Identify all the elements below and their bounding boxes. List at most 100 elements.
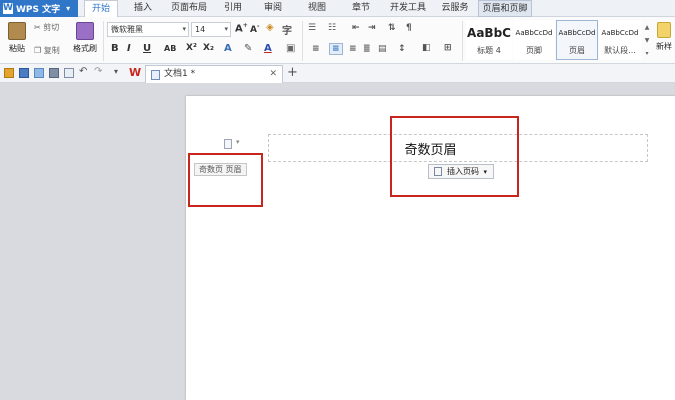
redo-icon[interactable]: ↷ [94, 66, 102, 77]
bullet-list-icon[interactable]: ☰ [308, 23, 316, 33]
quick-access-bar: ↶ ↷ ▾ W 文档1 * ✕ + [0, 64, 675, 83]
ribbon-divider [462, 21, 463, 61]
paste-label: 粘贴 [9, 44, 25, 53]
save-icon[interactable] [19, 68, 29, 78]
wps-logo-icon: W [3, 3, 13, 14]
document-tab-title: 文档1 * [164, 69, 196, 79]
style-sample: AaBbCcDd [515, 29, 553, 37]
shading-icon[interactable]: ◧ [422, 43, 431, 53]
format-painter-label: 格式刷 [73, 44, 97, 53]
tab-review[interactable]: 审阅 [258, 0, 288, 17]
font-size-select[interactable]: 14 ▾ [191, 22, 231, 37]
style-default-paragraph[interactable]: AaBbCcDd 默认段... [599, 20, 641, 60]
sort-icon[interactable]: ⇅ [388, 23, 396, 33]
shrink-font-icon[interactable]: A- [250, 23, 259, 35]
style-header[interactable]: AaBbCcDd 页眉 [556, 20, 598, 60]
style-gallery-scroll[interactable]: ▲ ▼ ▾ [643, 21, 651, 61]
align-right-icon[interactable]: ≡ [349, 44, 357, 54]
close-icon[interactable]: ✕ [269, 66, 277, 83]
tab-references[interactable]: 引用 [218, 0, 248, 17]
font-name-value: 微软雅黑 [111, 25, 143, 34]
print-icon[interactable] [49, 68, 59, 78]
highlight-box-odd-label [188, 153, 263, 207]
new-tab-plus-icon[interactable]: + [287, 65, 298, 80]
tab-header-footer[interactable]: 页眉和页脚 [478, 0, 532, 17]
distribute-icon[interactable]: ▤ [378, 44, 387, 54]
chevron-down-icon: ▾ [66, 4, 71, 13]
ribbon: 粘贴 ✂ 剪切 ❐ 复制 格式刷 微软雅黑 ▾ 14 ▾ A+ A- ◈ 字 B… [0, 17, 675, 64]
chevron-down-icon[interactable]: ▾ [114, 67, 118, 76]
app-name: WPS 文字 [16, 5, 61, 15]
text-effect-icon[interactable]: A [224, 43, 232, 54]
format-painter-button[interactable]: 格式刷 [70, 20, 100, 60]
open-folder-icon[interactable] [4, 68, 14, 78]
copy-icon: ❐ [34, 46, 42, 55]
tab-cloud[interactable]: 云服务 [436, 0, 474, 17]
tab-page-layout[interactable]: 页面布局 [164, 0, 214, 17]
document-workspace: ▾ 奇数页眉 插入页码 ▾ 奇数页 页眉 [0, 83, 675, 400]
tab-developer[interactable]: 开发工具 [385, 0, 431, 17]
copy-button[interactable]: ❐ 复制 [34, 45, 60, 56]
wps-w-icon[interactable]: W [129, 66, 141, 79]
paste-button[interactable]: 粘贴 [3, 20, 31, 60]
style-sample: AaBbCcDd [558, 29, 596, 37]
grow-font-icon[interactable]: A+ [235, 22, 248, 34]
show-marks-icon[interactable]: ¶ [406, 23, 412, 33]
subscript-icon[interactable]: X₂ [203, 43, 214, 53]
tab-insert[interactable]: 插入 [126, 0, 160, 17]
app-menu-button[interactable]: W WPS 文字 ▾ [0, 0, 78, 17]
align-left-icon[interactable]: ≡ [312, 44, 320, 54]
tab-section[interactable]: 章节 [346, 0, 376, 17]
save-as-icon[interactable] [34, 68, 44, 78]
line-spacing-icon[interactable]: ↕ [398, 44, 406, 54]
document-page[interactable]: ▾ 奇数页眉 插入页码 ▾ 奇数页 页眉 [186, 96, 675, 400]
scissors-icon: ✂ [34, 23, 41, 32]
tab-home[interactable]: 开始 [84, 0, 118, 18]
undo-icon[interactable]: ↶ [79, 66, 87, 77]
justify-icon[interactable]: ≣ [363, 44, 371, 54]
numbered-list-icon[interactable]: ☷ [328, 23, 336, 33]
print-preview-icon[interactable] [64, 68, 74, 78]
ribbon-divider [302, 21, 303, 61]
font-color-icon[interactable]: A [264, 43, 272, 54]
brush-icon [76, 22, 94, 40]
borders-icon[interactable]: ⊞ [444, 43, 452, 53]
decrease-indent-icon[interactable]: ⇤ [352, 23, 360, 33]
underline-icon[interactable]: U [143, 43, 151, 54]
tab-view[interactable]: 视图 [302, 0, 332, 17]
style-label: 页眉 [569, 46, 585, 55]
style-label: 默认段... [604, 46, 636, 55]
style-label: 标题 4 [477, 46, 501, 55]
new-style-label: 新样 [656, 42, 672, 51]
char-border-icon[interactable]: ▣ [286, 43, 295, 54]
document-tab[interactable]: 文档1 * ✕ [145, 65, 283, 83]
align-center-icon[interactable]: ≡ [329, 43, 343, 55]
font-size-value: 14 [195, 25, 206, 34]
strikethrough-icon[interactable]: AB [164, 44, 176, 53]
highlight-box-header [390, 116, 519, 197]
style-sample: AaBbCcDd [601, 29, 639, 37]
copy-label: 复制 [43, 46, 60, 55]
ribbon-divider [103, 21, 104, 61]
style-footer[interactable]: AaBbCcDd 页脚 [513, 20, 555, 60]
italic-icon[interactable]: I [127, 43, 131, 54]
increase-indent-icon[interactable]: ⇥ [368, 23, 376, 33]
style-heading-4[interactable]: AaBbC 标题 4 [466, 20, 512, 60]
clipboard-icon [8, 22, 26, 40]
chevron-down-icon: ▾ [182, 25, 186, 33]
phonetic-icon[interactable]: 字 [282, 22, 292, 37]
style-label: 页脚 [526, 46, 542, 55]
highlight-icon[interactable]: ✎ [244, 43, 252, 54]
clear-format-icon[interactable]: ◈ [266, 22, 274, 33]
superscript-icon[interactable]: X² [186, 43, 197, 53]
cut-button[interactable]: ✂ 剪切 [34, 22, 59, 33]
document-icon [151, 70, 160, 80]
new-style-icon [657, 22, 671, 38]
chevron-down-icon: ▾ [224, 25, 228, 33]
cut-label: 剪切 [43, 23, 60, 32]
font-name-select[interactable]: 微软雅黑 ▾ [107, 22, 189, 37]
style-sample: AaBbC [467, 26, 511, 40]
new-style-button[interactable]: 新样 [653, 20, 675, 60]
bold-icon[interactable]: B [111, 43, 119, 54]
menu-bar: W WPS 文字 ▾ 开始 插入 页面布局 引用 审阅 视图 章节 开发工具 云… [0, 0, 675, 18]
